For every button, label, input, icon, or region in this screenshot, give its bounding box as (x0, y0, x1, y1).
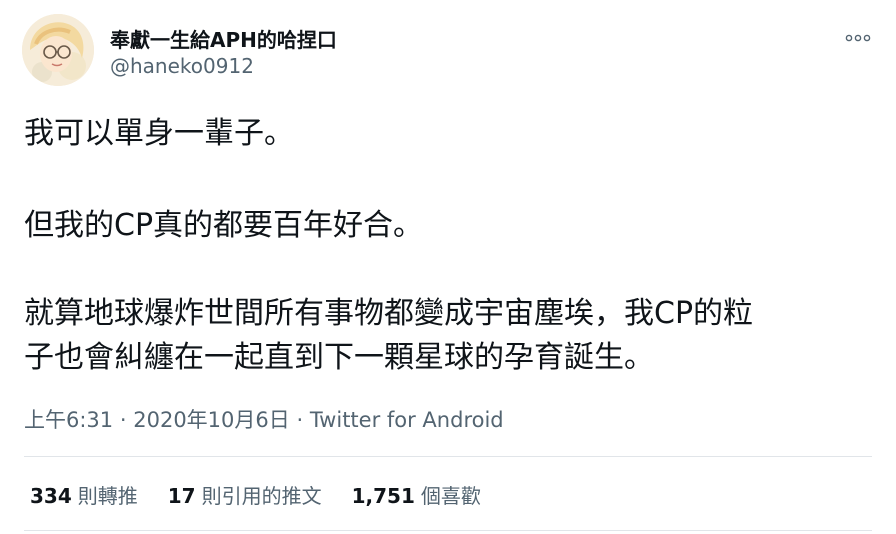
retweets-stat[interactable]: 334 則轉推 (30, 480, 138, 509)
tweet-time[interactable]: 上午6:31 (24, 408, 113, 432)
retweets-label: 則轉推 (77, 484, 138, 508)
likes-label: 個喜歡 (420, 484, 481, 508)
tweet-text: 我可以單身一輩子。 但我的CP真的都要百年好合。 就算地球爆炸世間所有事物都變成… (24, 112, 874, 380)
likes-stat[interactable]: 1,751 個喜歡 (352, 480, 481, 509)
retweets-count: 334 (30, 484, 72, 508)
divider (24, 456, 872, 457)
quotes-count: 17 (167, 484, 196, 508)
more-options-button[interactable] (838, 24, 878, 52)
tweet-line: 但我的CP真的都要百年好合。 (24, 208, 424, 243)
tweet-line: 就算地球爆炸世間所有事物都變成宇宙塵埃，我CP的粒 (24, 296, 754, 331)
tweet-timestamp-row: 上午6:31 · 2020年10月6日 · Twitter for Androi… (24, 404, 504, 434)
quotes-stat[interactable]: 17 則引用的推文 (168, 480, 322, 509)
tweet-line: 子也會糾纏在一起直到下一顆星球的孕育誕生。 (24, 340, 654, 375)
avatar-illustration (22, 14, 94, 86)
tweet-line: 我可以單身一輩子。 (24, 116, 294, 151)
meta-separator: · (119, 408, 127, 432)
tweet-source[interactable]: Twitter for Android (310, 408, 504, 432)
display-name[interactable]: 奉獻一生給APH的哈捏口 (110, 24, 337, 53)
quotes-label: 則引用的推文 (201, 484, 322, 508)
meta-separator: · (296, 408, 304, 432)
user-handle[interactable]: @haneko0912 (110, 54, 254, 78)
tweet-date[interactable]: 2020年10月6日 (133, 408, 290, 432)
divider (24, 530, 872, 531)
avatar[interactable] (22, 14, 94, 86)
tweet-card: 奉獻一生給APH的哈捏口 @haneko0912 我可以單身一輩子。 但我的CP… (0, 0, 896, 534)
engagement-stats: 334 則轉推 17 則引用的推文 1,751 個喜歡 (30, 480, 481, 509)
likes-count: 1,751 (351, 484, 415, 508)
more-horizontal-icon (845, 34, 871, 42)
